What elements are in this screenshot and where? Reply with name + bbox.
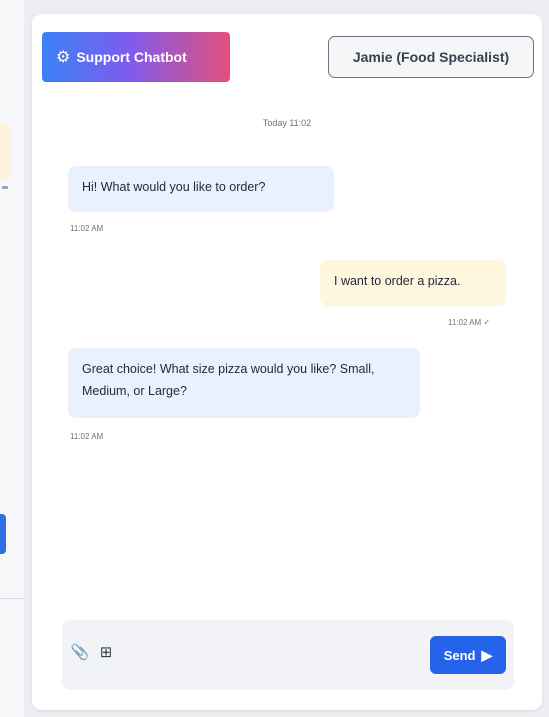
chat-panel: ⚙ Support Chatbot Jamie (Food Specialist… bbox=[32, 14, 542, 710]
chat-header: ⚙ Support Chatbot Jamie (Food Specialist… bbox=[32, 14, 542, 96]
brand-badge: ⚙ Support Chatbot bbox=[42, 32, 230, 82]
message-timestamp: 11:02 AM bbox=[70, 224, 104, 233]
send-button[interactable]: Send ▶ bbox=[430, 636, 506, 674]
date-divider: Today 11:02 bbox=[262, 118, 312, 128]
adjacent-divider bbox=[0, 598, 24, 599]
message-composer: 📎 ⊞ Send ▶ bbox=[62, 620, 514, 690]
message-list: Today 11:02 Hi! What would you like to o… bbox=[32, 104, 542, 594]
bot-message: Great choice! What size pizza would you … bbox=[68, 348, 420, 418]
message-input[interactable] bbox=[126, 630, 396, 680]
send-icon: ▶ bbox=[481, 646, 493, 663]
user-message: I want to order a pizza. bbox=[320, 260, 506, 306]
adjacent-button[interactable] bbox=[0, 514, 6, 554]
bot-icon: ⚙ bbox=[56, 49, 71, 66]
agent-selector-button[interactable]: Jamie (Food Specialist) bbox=[328, 36, 534, 78]
message-timestamp: 11:02 AM bbox=[70, 432, 104, 441]
attach-icon[interactable]: 📎 bbox=[70, 642, 90, 662]
bot-message: Hi! What would you like to order? bbox=[68, 166, 334, 212]
brand-label: Support Chatbot bbox=[76, 49, 187, 65]
send-label: Send bbox=[443, 647, 476, 663]
adjacent-card bbox=[0, 124, 10, 180]
message-timestamp: 11:02 AM ✓ bbox=[448, 318, 491, 327]
image-icon[interactable]: ⊞ bbox=[96, 642, 116, 662]
adjacent-text bbox=[2, 186, 8, 189]
composer-tools: 📎 ⊞ bbox=[70, 642, 116, 662]
adjacent-panel-edge bbox=[0, 0, 24, 717]
